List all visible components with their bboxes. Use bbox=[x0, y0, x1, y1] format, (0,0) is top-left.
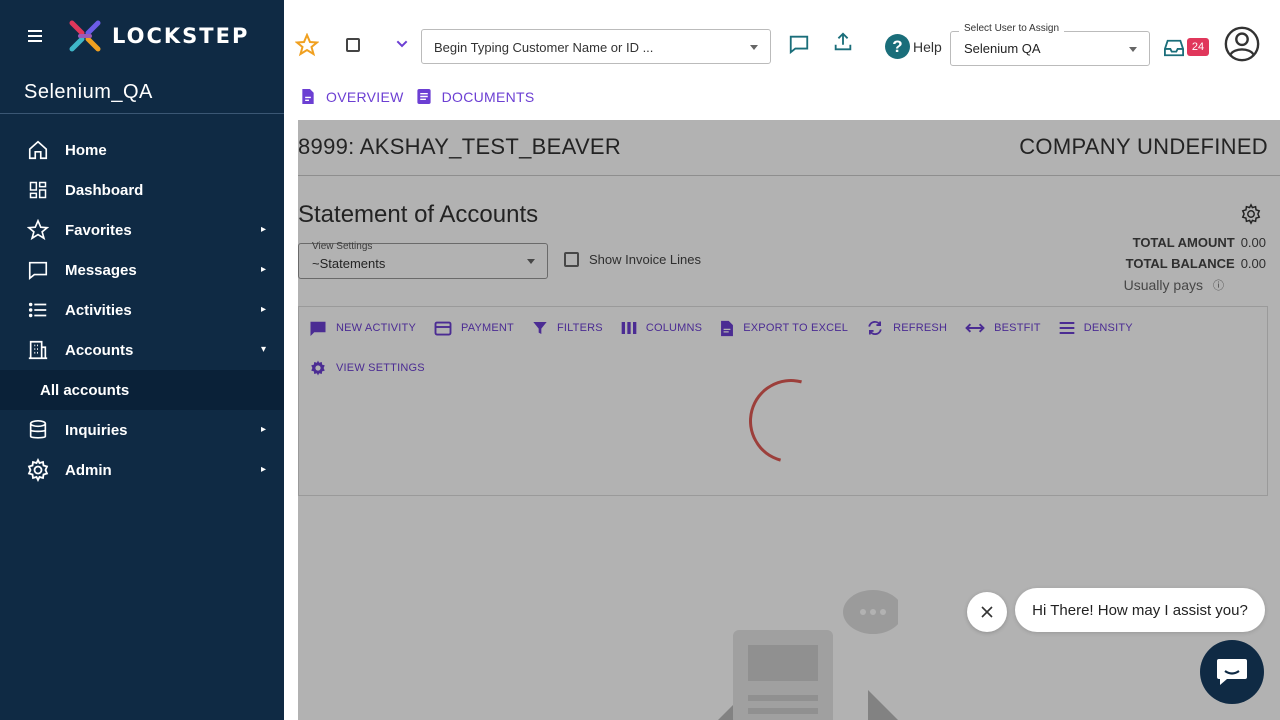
tab-overview[interactable]: OVERVIEW bbox=[300, 88, 404, 105]
sidebar: LOCKSTEP Selenium_QA Home Dashboard Favo… bbox=[0, 0, 284, 720]
list-document-icon bbox=[416, 88, 432, 105]
assign-user-legend: Select User to Assign bbox=[959, 23, 1065, 34]
user-avatar-icon[interactable] bbox=[1222, 24, 1262, 64]
inbox-icon[interactable] bbox=[1162, 37, 1186, 59]
sidebar-item-dashboard[interactable]: Dashboard bbox=[0, 170, 284, 210]
list-icon bbox=[26, 298, 50, 322]
tab-documents[interactable]: DOCUMENTS bbox=[416, 88, 535, 105]
org-name: Selenium_QA bbox=[0, 72, 284, 114]
menu-toggle-icon[interactable] bbox=[28, 26, 48, 46]
chevron-down-icon: ▾ bbox=[260, 344, 266, 355]
inbox-count-badge: 24 bbox=[1187, 38, 1209, 56]
help-button[interactable]: ? Help bbox=[885, 34, 942, 59]
document-icon bbox=[300, 88, 316, 105]
help-icon: ? bbox=[885, 34, 910, 59]
close-icon bbox=[981, 606, 993, 618]
sidebar-item-label: Home bbox=[65, 141, 107, 159]
star-icon bbox=[26, 218, 50, 242]
chevron-right-icon: ▸ bbox=[260, 304, 266, 315]
sidebar-header: LOCKSTEP bbox=[0, 0, 284, 72]
sidebar-item-label: Accounts bbox=[65, 341, 134, 359]
upload-icon[interactable] bbox=[831, 30, 855, 54]
customer-search-select[interactable]: Begin Typing Customer Name or ID ... bbox=[421, 29, 771, 64]
home-icon bbox=[26, 138, 50, 162]
sidebar-item-label: Admin bbox=[65, 461, 112, 479]
chat-greeting-bubble[interactable]: Hi There! How may I assist you? bbox=[1015, 588, 1265, 632]
chat-icon[interactable] bbox=[787, 32, 811, 56]
tab-overview-label: OVERVIEW bbox=[326, 88, 404, 105]
sidebar-item-activities[interactable]: Activities ▸ bbox=[0, 290, 284, 330]
database-icon bbox=[26, 418, 50, 442]
dashboard-icon bbox=[26, 178, 50, 202]
sidebar-item-label: Inquiries bbox=[65, 421, 128, 439]
message-icon bbox=[26, 258, 50, 282]
caret-down-icon bbox=[1129, 47, 1137, 52]
sidebar-nav: Home Dashboard Favorites ▸ Messages ▸ Ac… bbox=[0, 130, 284, 490]
building-icon bbox=[26, 338, 50, 362]
chat-close-button[interactable] bbox=[967, 592, 1007, 632]
sidebar-item-favorites[interactable]: Favorites ▸ bbox=[0, 210, 284, 250]
tab-documents-label: DOCUMENTS bbox=[441, 88, 535, 105]
select-checkbox[interactable] bbox=[345, 37, 361, 53]
sidebar-item-home[interactable]: Home bbox=[0, 130, 284, 170]
chevron-right-icon: ▸ bbox=[260, 464, 266, 475]
sidebar-item-accounts[interactable]: Accounts ▾ bbox=[0, 330, 284, 370]
chat-launcher-button[interactable] bbox=[1200, 640, 1264, 704]
customer-search-placeholder: Begin Typing Customer Name or ID ... bbox=[434, 40, 654, 55]
assign-user-value: Selenium QA bbox=[964, 41, 1041, 56]
chevron-right-icon: ▸ bbox=[260, 424, 266, 435]
topbar: Begin Typing Customer Name or ID ... ? H… bbox=[284, 0, 1280, 120]
assign-user-select[interactable]: Select User to Assign Selenium QA bbox=[950, 23, 1150, 66]
chat-bubble-icon bbox=[1217, 659, 1247, 685]
sidebar-item-messages[interactable]: Messages ▸ bbox=[0, 250, 284, 290]
favorite-star-icon[interactable] bbox=[294, 33, 320, 57]
sidebar-item-inquiries[interactable]: Inquiries ▸ bbox=[0, 410, 284, 450]
sidebar-item-label: Dashboard bbox=[65, 181, 144, 199]
lockstep-logo-icon bbox=[69, 20, 101, 52]
logo-text: LOCKSTEP bbox=[112, 24, 250, 48]
sidebar-item-admin[interactable]: Admin ▸ bbox=[0, 450, 284, 490]
chevron-right-icon: ▸ bbox=[260, 224, 266, 235]
logo[interactable]: LOCKSTEP bbox=[68, 19, 249, 53]
help-label: Help bbox=[913, 38, 942, 55]
sidebar-item-label: Favorites bbox=[65, 221, 132, 239]
chevron-down-icon[interactable] bbox=[392, 34, 412, 54]
sidebar-item-label: Activities bbox=[65, 301, 132, 319]
chevron-right-icon: ▸ bbox=[260, 264, 266, 275]
gear-icon bbox=[26, 458, 50, 482]
caret-down-icon bbox=[750, 45, 758, 50]
page-tabs: OVERVIEW DOCUMENTS bbox=[300, 88, 535, 105]
sidebar-item-all-accounts[interactable]: All accounts bbox=[0, 370, 284, 410]
sidebar-item-label: Messages bbox=[65, 261, 137, 279]
